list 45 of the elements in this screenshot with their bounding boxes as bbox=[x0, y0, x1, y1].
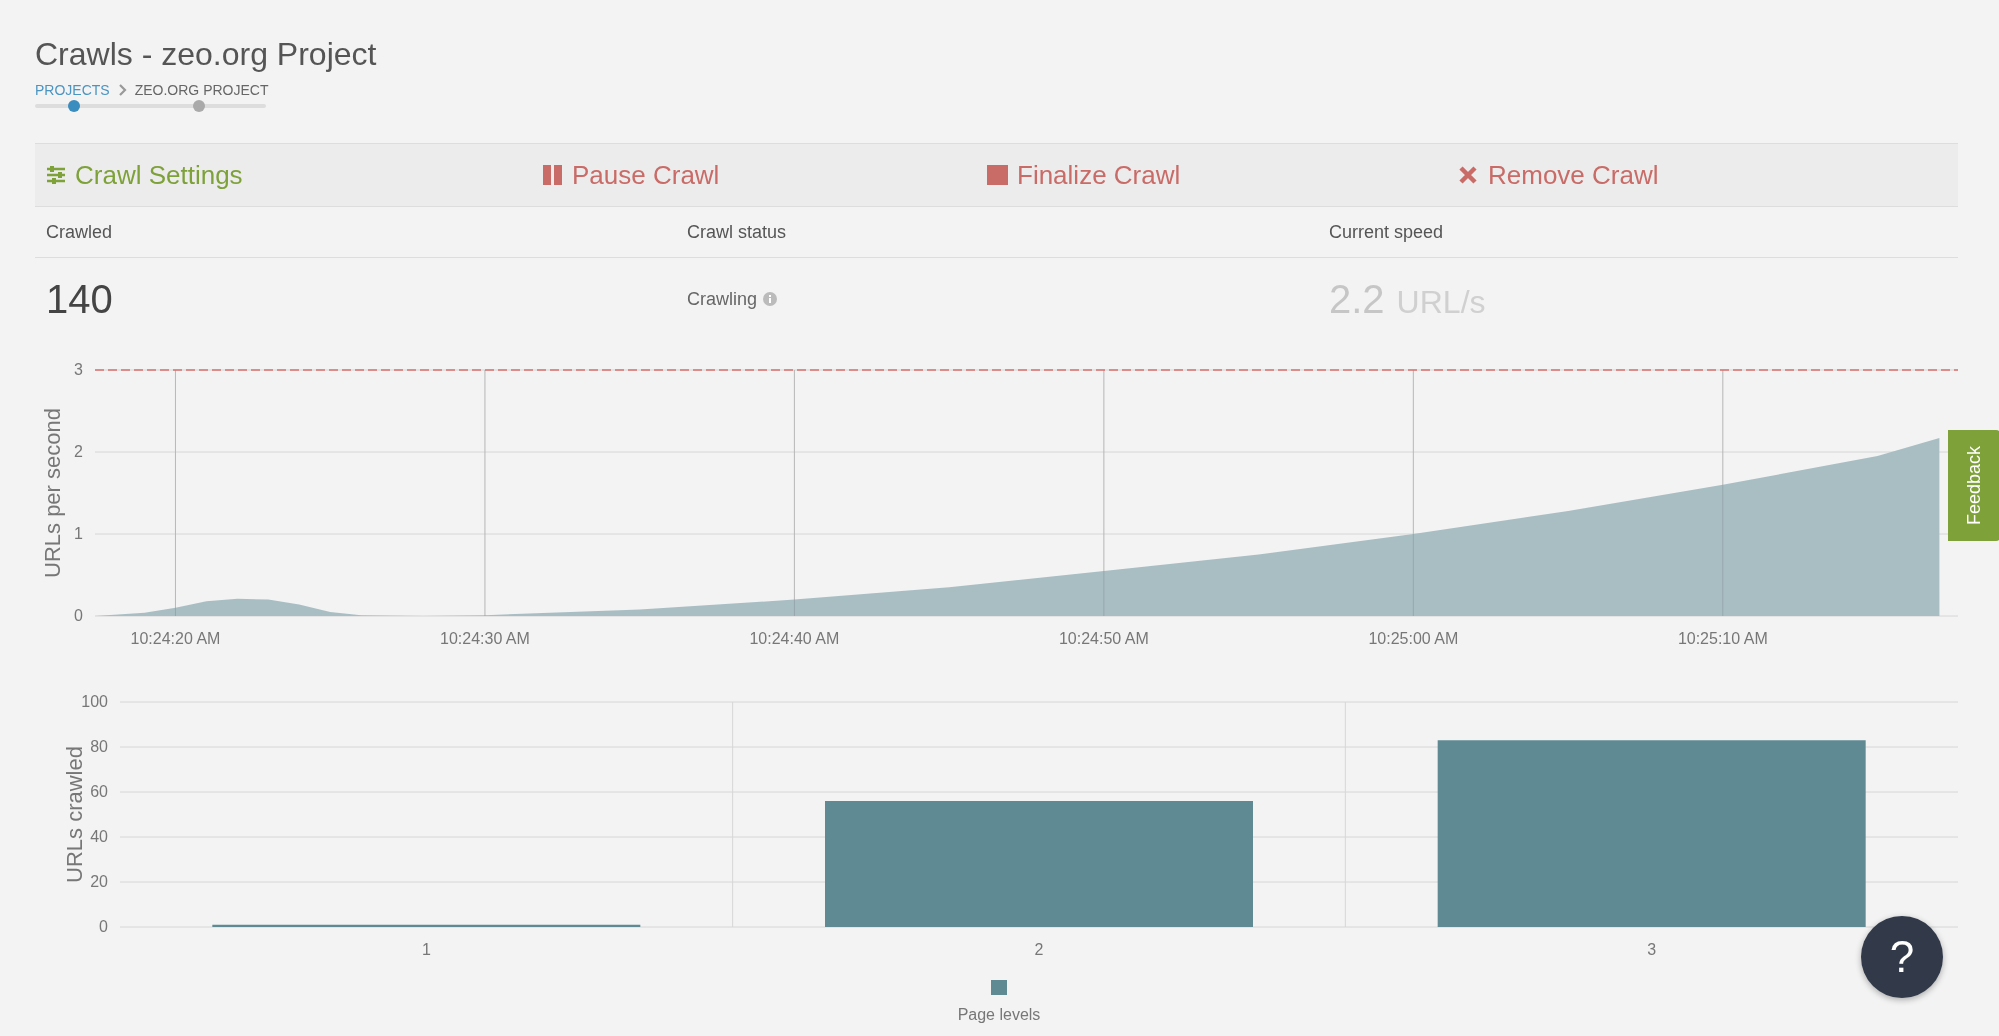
status-text: Crawling bbox=[687, 288, 758, 309]
axis-tick-label: 10:25:00 AM bbox=[1368, 630, 1459, 647]
axis-tick-label: 100 bbox=[81, 693, 108, 710]
help-button[interactable]: ? bbox=[1861, 916, 1943, 998]
info-icon bbox=[763, 291, 778, 306]
axis-title: URLs crawled bbox=[62, 746, 87, 883]
axis-tick-label: 10:24:20 AM bbox=[130, 630, 221, 647]
axis-tick-label: 10:24:40 AM bbox=[749, 630, 840, 647]
legend-label: Page levels bbox=[957, 1006, 1041, 1023]
breadcrumb-link[interactable]: PROJECTS bbox=[35, 82, 110, 98]
step-dot[interactable] bbox=[193, 100, 205, 112]
axis-tick-label: 1 bbox=[421, 941, 431, 958]
pause-icon bbox=[542, 165, 564, 185]
axis-title: URLs per second bbox=[40, 408, 65, 578]
axis-tick-label: 2 bbox=[1034, 941, 1044, 958]
axis-tick-label: 10:25:10 AM bbox=[1677, 630, 1768, 647]
axis-tick-label: 20 bbox=[90, 873, 108, 890]
legend-swatch bbox=[991, 980, 1007, 995]
axis-tick-label: 60 bbox=[90, 783, 108, 800]
action-button[interactable]: Pause Crawl bbox=[542, 159, 720, 191]
stop-icon bbox=[987, 165, 1009, 185]
page-title: Crawls - zeo.org Project bbox=[35, 35, 378, 74]
axis-tick-label: 80 bbox=[90, 738, 108, 755]
axis-tick-label: 0 bbox=[74, 607, 83, 624]
stat-value: 140 bbox=[46, 276, 113, 321]
action-button[interactable]: Finalize Crawl bbox=[987, 159, 1181, 191]
axis-tick-label: 0 bbox=[99, 918, 108, 935]
axis-tick-label: 10:24:30 AM bbox=[440, 630, 530, 647]
stat-label: Crawl status bbox=[687, 221, 788, 243]
axis-tick-label: 3 bbox=[1647, 941, 1657, 958]
close-icon bbox=[1458, 165, 1480, 185]
feedback-tab[interactable]: Feedback bbox=[1948, 430, 1999, 541]
step-dot[interactable] bbox=[68, 100, 80, 112]
chevron-right-icon bbox=[117, 84, 127, 96]
breadcrumb-current: ZEO.ORG PROJECT bbox=[134, 82, 269, 98]
axis-tick-label: 3 bbox=[74, 361, 83, 378]
axis-tick-label: 10:24:50 AM bbox=[1058, 630, 1149, 647]
axis-tick-label: 1 bbox=[74, 525, 83, 542]
axis-tick-label: 2 bbox=[74, 443, 83, 460]
action-button[interactable]: Remove Crawl bbox=[1458, 159, 1659, 191]
axis-tick-label: 40 bbox=[90, 828, 108, 845]
stat-label: Current speed bbox=[1329, 221, 1445, 243]
sliders-icon bbox=[45, 165, 67, 185]
action-button[interactable]: Crawl Settings bbox=[45, 159, 243, 191]
stat-label: Crawled bbox=[46, 221, 114, 243]
